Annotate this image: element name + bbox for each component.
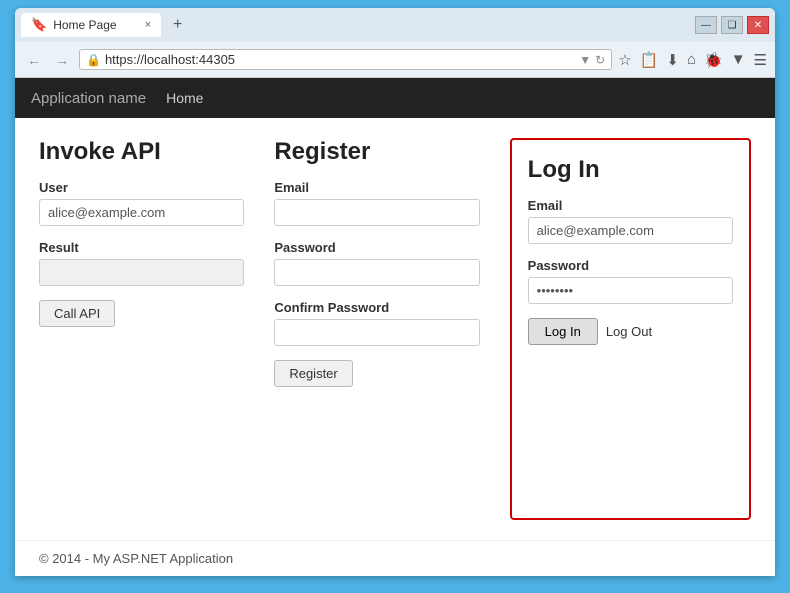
register-section: Register Email Password Confirm Password… bbox=[274, 138, 479, 520]
invoke-api-title: Invoke API bbox=[39, 138, 244, 166]
login-password-label: Password bbox=[528, 258, 733, 273]
result-field-group: Result bbox=[39, 240, 244, 286]
login-password-input[interactable] bbox=[528, 277, 733, 304]
window-controls: — ❑ ✕ bbox=[695, 16, 769, 34]
restore-btn[interactable]: ❑ bbox=[721, 16, 743, 34]
footer-text: © 2014 - My ASP.NET Application bbox=[39, 551, 233, 566]
minimize-btn[interactable]: — bbox=[695, 16, 717, 34]
tab-close-btn[interactable]: × bbox=[145, 19, 151, 31]
home-icon[interactable]: ⌂ bbox=[687, 51, 696, 68]
result-input bbox=[39, 259, 244, 286]
forward-btn[interactable]: → bbox=[51, 50, 73, 70]
url-box[interactable]: 🔒 https://localhost:44305 ▼ ↻ bbox=[79, 49, 612, 70]
logout-button[interactable]: Log Out bbox=[606, 318, 652, 345]
main-content: Invoke API User Result Call API Register… bbox=[15, 118, 775, 540]
reg-password-input[interactable] bbox=[274, 259, 479, 286]
footer: © 2014 - My ASP.NET Application bbox=[15, 540, 775, 576]
title-bar: 🔖 Home Page × + — ❑ ✕ bbox=[15, 8, 775, 42]
star-icon[interactable]: ☆ bbox=[618, 51, 631, 69]
login-button[interactable]: Log In bbox=[528, 318, 598, 345]
reg-email-group: Email bbox=[274, 180, 479, 226]
app-navbar: Application name Home bbox=[15, 78, 775, 118]
login-email-input[interactable] bbox=[528, 217, 733, 244]
login-email-label: Email bbox=[528, 198, 733, 213]
hamburger-icon[interactable]: ☰ bbox=[754, 51, 767, 69]
login-title: Log In bbox=[528, 156, 733, 184]
result-label: Result bbox=[39, 240, 244, 255]
extension-icon[interactable]: 🐞 bbox=[704, 51, 723, 69]
url-text: https://localhost:44305 bbox=[105, 52, 575, 67]
reg-password-label: Password bbox=[274, 240, 479, 255]
reg-confirm-input[interactable] bbox=[274, 319, 479, 346]
app-name: Application name bbox=[31, 90, 146, 107]
clipboard-icon[interactable]: 📋 bbox=[640, 51, 659, 69]
register-title: Register bbox=[274, 138, 479, 166]
login-section: Log In Email Password Log In Log Out bbox=[510, 138, 751, 520]
invoke-api-section: Invoke API User Result Call API bbox=[39, 138, 244, 520]
call-api-button[interactable]: Call API bbox=[39, 300, 115, 327]
login-buttons: Log In Log Out bbox=[528, 318, 733, 345]
address-bar: ← → 🔒 https://localhost:44305 ▼ ↻ ☆ 📋 ⬇ … bbox=[15, 42, 775, 78]
refresh-icon[interactable]: ↻ bbox=[595, 53, 605, 67]
toolbar-icons: ☆ 📋 ⬇ ⌂ 🐞 ▼ ☰ bbox=[618, 51, 767, 69]
download-icon[interactable]: ⬇ bbox=[666, 51, 679, 69]
reg-email-label: Email bbox=[274, 180, 479, 195]
register-button[interactable]: Register bbox=[274, 360, 352, 387]
user-label: User bbox=[39, 180, 244, 195]
tab-label: Home Page bbox=[53, 18, 116, 32]
login-email-group: Email bbox=[528, 198, 733, 244]
login-password-group: Password bbox=[528, 258, 733, 304]
reg-email-input[interactable] bbox=[274, 199, 479, 226]
reg-confirm-group: Confirm Password bbox=[274, 300, 479, 346]
new-tab-btn[interactable]: + bbox=[165, 14, 190, 36]
reg-confirm-label: Confirm Password bbox=[274, 300, 479, 315]
tab-icon: 🔖 bbox=[31, 17, 47, 33]
dropdown-icon: ▼ bbox=[579, 53, 591, 67]
close-btn[interactable]: ✕ bbox=[747, 16, 769, 34]
user-field-group: User bbox=[39, 180, 244, 226]
user-input[interactable] bbox=[39, 199, 244, 226]
lock-icon: 🔒 bbox=[86, 53, 101, 67]
browser-tab[interactable]: 🔖 Home Page × bbox=[21, 13, 161, 37]
nav-home-link[interactable]: Home bbox=[166, 90, 203, 106]
back-btn[interactable]: ← bbox=[23, 50, 45, 70]
reg-password-group: Password bbox=[274, 240, 479, 286]
menu-icon[interactable]: ▼ bbox=[731, 51, 746, 68]
